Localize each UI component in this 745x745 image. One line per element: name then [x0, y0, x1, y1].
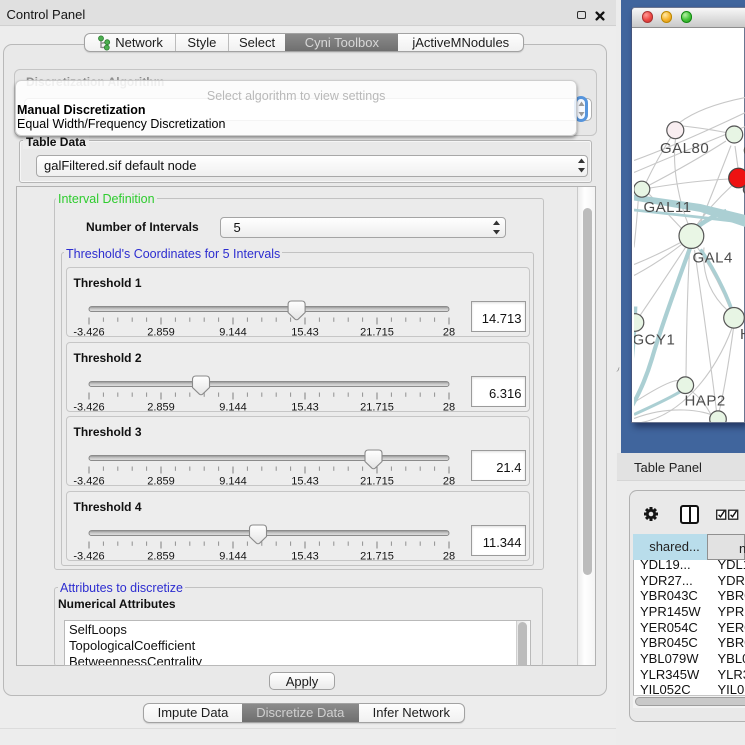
svg-text:28: 28 — [442, 327, 454, 339]
svg-text:9.144: 9.144 — [219, 401, 247, 413]
svg-text:9.144: 9.144 — [219, 550, 247, 562]
svg-text:15.43: 15.43 — [291, 401, 319, 413]
svg-text:2.859: 2.859 — [147, 401, 175, 413]
svg-text:2.859: 2.859 — [147, 476, 175, 488]
svg-text:GAL4: GAL4 — [692, 249, 732, 266]
svg-text:-3.426: -3.426 — [73, 550, 104, 562]
svg-text:15.43: 15.43 — [291, 550, 319, 562]
svg-text:H: H — [740, 326, 745, 343]
svg-text:21.715: 21.715 — [360, 476, 394, 488]
svg-text:28: 28 — [442, 476, 454, 488]
svg-text:HAP2: HAP2 — [684, 392, 725, 409]
svg-text:15.43: 15.43 — [291, 476, 319, 488]
svg-text:28: 28 — [442, 550, 454, 562]
svg-text:21.715: 21.715 — [360, 550, 394, 562]
svg-text:GCY1: GCY1 — [634, 331, 675, 348]
svg-text:GAL11: GAL11 — [643, 199, 691, 216]
svg-text:28: 28 — [442, 401, 454, 413]
svg-text:-3.426: -3.426 — [73, 327, 104, 339]
svg-text:9.144: 9.144 — [219, 327, 247, 339]
svg-text:15.43: 15.43 — [291, 327, 319, 339]
svg-text:2.859: 2.859 — [147, 327, 175, 339]
svg-text:21.715: 21.715 — [360, 327, 394, 339]
svg-text:-3.426: -3.426 — [73, 476, 104, 488]
svg-text:21.715: 21.715 — [360, 401, 394, 413]
svg-text:9.144: 9.144 — [219, 476, 247, 488]
svg-text:2.859: 2.859 — [147, 550, 175, 562]
svg-text:C: C — [742, 181, 745, 198]
svg-text:-3.426: -3.426 — [73, 401, 104, 413]
svg-text:GAL80: GAL80 — [660, 140, 709, 157]
